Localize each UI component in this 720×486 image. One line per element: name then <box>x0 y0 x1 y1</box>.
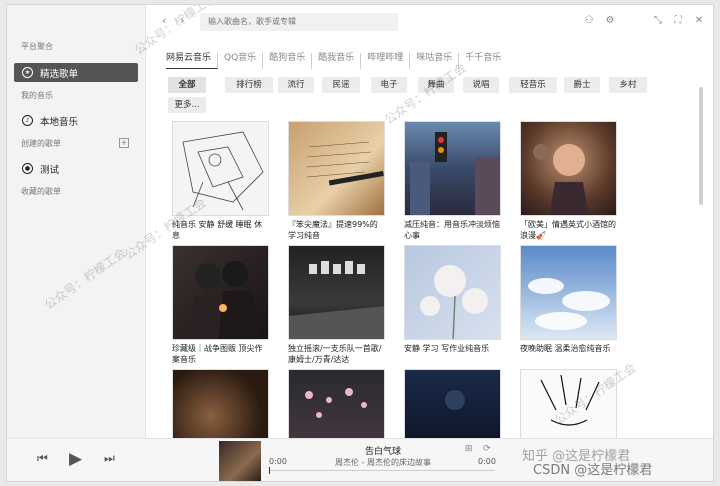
category-country[interactable]: 乡村 <box>609 77 647 93</box>
song-artist: 周杰伦 - 周杰伦的床边故事 <box>335 458 431 467</box>
sidebar-item-label: 精选歌单 <box>40 68 79 80</box>
playlist-title: 独立摇滚/一支乐队一首歌/康姆士/万青/达达 <box>288 344 382 364</box>
tab-kugou[interactable]: 酷狗音乐 <box>263 53 313 69</box>
user-icon[interactable]: ⚇ <box>583 15 595 27</box>
close-icon[interactable]: ✕ <box>693 15 705 27</box>
playlist-cover <box>404 121 501 216</box>
sidebar-section-my-music: 我的音乐 <box>21 91 53 100</box>
category-rap[interactable]: 说唱 <box>463 77 499 93</box>
star-icon: ★ <box>22 67 33 78</box>
playlist-cover <box>520 121 617 216</box>
playlist-title: 减压纯音：用音乐冲淡烦恼心事 <box>404 220 500 240</box>
playlist-card[interactable]: 『笨尖魔法』提速99%的学习纯音 <box>288 121 385 241</box>
next-icon[interactable]: ⏭ <box>104 451 115 466</box>
sidebar-item-label: 测试 <box>40 164 60 176</box>
playlist-cover <box>404 369 501 438</box>
progress-bar[interactable] <box>269 470 495 471</box>
category-all[interactable]: 全部 <box>168 77 206 93</box>
playlist-cover <box>172 369 269 438</box>
sidebar-item-featured[interactable]: ★ 精选歌单 <box>14 63 138 82</box>
category-more[interactable]: 更多... <box>168 97 206 113</box>
play-icon[interactable]: ▶ <box>69 449 82 469</box>
playlist-title: 安静 学习 写作业纯音乐 <box>404 344 490 353</box>
playlist-cover <box>520 245 617 340</box>
playlist-card[interactable] <box>288 369 385 438</box>
category-electronic[interactable]: 电子 <box>371 77 407 93</box>
playlist-cover <box>288 121 385 216</box>
tab-qianqian[interactable]: 千千音乐 <box>459 53 507 69</box>
playlist-title: 夜晚助眠 温柔治愈纯音乐 <box>520 344 611 353</box>
tab-bilibili[interactable]: 哔哩哔哩 <box>361 53 411 69</box>
category-jazz[interactable]: 爵士 <box>564 77 600 93</box>
playlist-card[interactable]: 独立摇滚/一支乐队一首歌/康姆士/万青/达达 <box>288 245 385 365</box>
sidebar: 平台聚合 ★ 精选歌单 我的音乐 ♪ 本地音乐 创建的歌单 + ● 测试 收藏的… <box>7 5 146 438</box>
sidebar-item-local-music[interactable]: ♪ 本地音乐 <box>14 111 138 130</box>
playlist-cover <box>404 245 501 340</box>
tab-kuwo[interactable]: 酷我音乐 <box>312 53 362 69</box>
app-window: 平台聚合 ★ 精选歌单 我的音乐 ♪ 本地音乐 创建的歌单 + ● 测试 收藏的… <box>6 4 714 482</box>
watermark-csdn: CSDN @这是柠檬君 <box>533 463 653 478</box>
playlist-add-icon[interactable]: ⊞ <box>465 444 473 454</box>
add-playlist-icon[interactable]: + <box>119 138 129 148</box>
scrollbar[interactable] <box>699 87 703 205</box>
sidebar-item-playlist-test[interactable]: ● 测试 <box>14 159 138 178</box>
playlist-title: 珍藏级｜战争图贩 顶尖作案音乐 <box>172 344 263 364</box>
playlist-title: 「欧美」情遇英式小酒馆的浪漫🎻 <box>520 220 616 240</box>
gear-icon[interactable]: ⚙ <box>604 15 616 27</box>
sidebar-section-created: 创建的歌单 <box>21 139 61 148</box>
music-icon: ♪ <box>22 115 33 126</box>
playlist-card[interactable] <box>404 369 501 438</box>
repeat-icon[interactable]: ⟳ <box>483 444 491 454</box>
playlist-title: 『笨尖魔法』提速99%的学习纯音 <box>288 220 378 240</box>
category-charts[interactable]: 排行榜 <box>225 77 273 93</box>
top-bar: ‹ › ⚇ ⚙ ⤡ ⛶ ✕ <box>146 5 713 39</box>
playlist-cover <box>172 245 269 340</box>
sidebar-item-label: 本地音乐 <box>40 116 79 128</box>
playlist-cover <box>288 369 385 438</box>
playlist-card[interactable]: 夜晚助眠 温柔治愈纯音乐 <box>520 245 617 354</box>
maximize-icon[interactable]: ⛶ <box>672 15 684 27</box>
sidebar-section-platform: 平台聚合 <box>21 42 53 51</box>
time-current: 0:00 <box>269 457 287 466</box>
playlist-card[interactable]: 珍藏级｜战争图贩 顶尖作案音乐 <box>172 245 269 365</box>
progress-handle[interactable] <box>269 467 270 474</box>
category-pop[interactable]: 流行 <box>278 77 314 93</box>
minimize-icon[interactable]: ⤡ <box>652 15 664 27</box>
time-total: 0:00 <box>478 457 496 466</box>
album-cover[interactable] <box>219 441 261 481</box>
playlist-cover <box>288 245 385 340</box>
playlist-card[interactable] <box>172 369 269 438</box>
category-folk[interactable]: 民谣 <box>322 77 360 93</box>
playlist-card[interactable]: 安静 学习 写作业纯音乐 <box>404 245 501 354</box>
tab-netease[interactable]: 网易云音乐 <box>166 53 219 69</box>
previous-icon[interactable]: ⏮ <box>37 451 48 466</box>
search-input[interactable] <box>200 13 398 31</box>
category-light-music[interactable]: 轻音乐 <box>509 77 557 93</box>
tab-qq[interactable]: QQ音乐 <box>218 53 264 69</box>
playlist-card[interactable]: 「欧美」情遇英式小酒馆的浪漫🎻 <box>520 121 617 241</box>
sidebar-section-collected: 收藏的歌单 <box>21 187 61 196</box>
disc-icon: ● <box>22 163 33 174</box>
playlist-card[interactable]: 减压纯音：用音乐冲淡烦恼心事 <box>404 121 501 241</box>
